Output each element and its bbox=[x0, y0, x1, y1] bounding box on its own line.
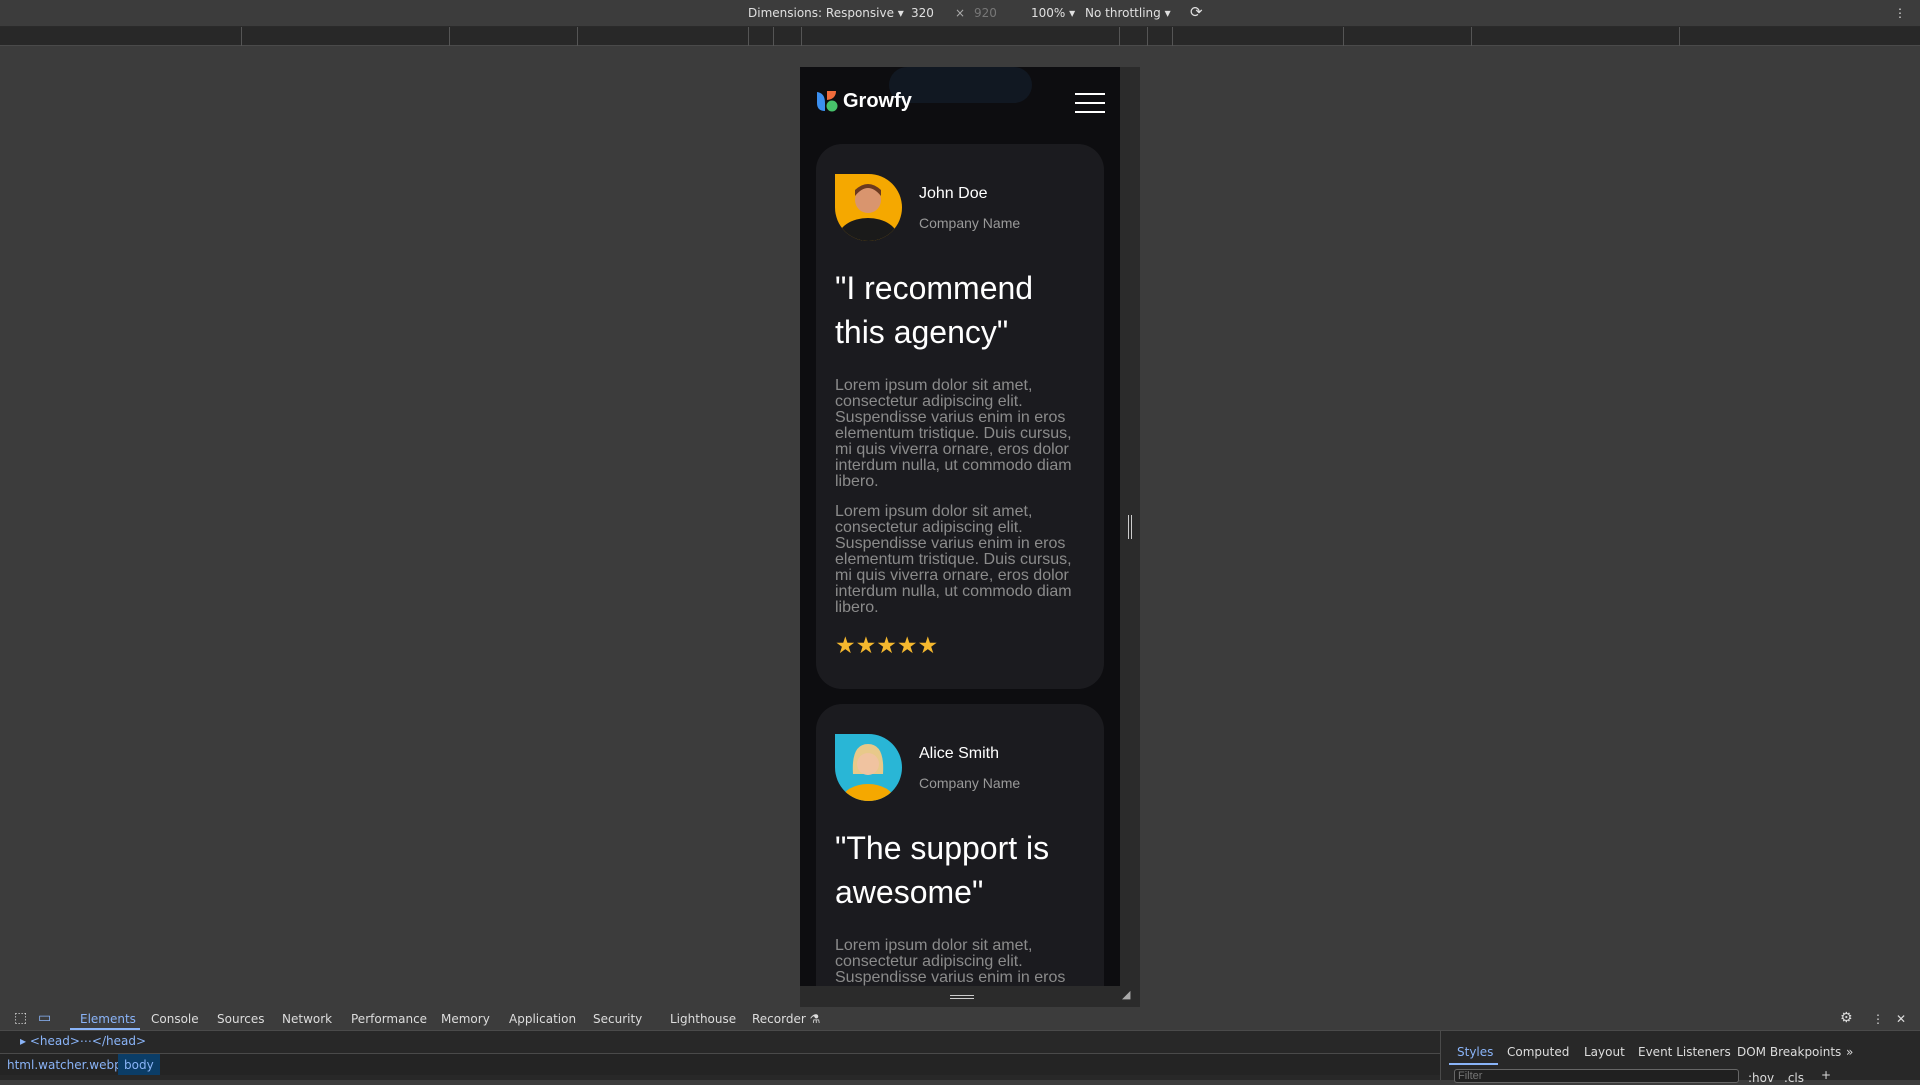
device-viewport: Growfy John Doe Company Name "I recommen… bbox=[800, 67, 1120, 986]
testimonial-quote: "The support is awesome" bbox=[835, 830, 1050, 910]
breadcrumb: html.watcher.webp body bbox=[0, 1053, 1440, 1075]
reviewer-name: Alice Smith bbox=[919, 744, 1000, 762]
avatar bbox=[835, 734, 902, 801]
device-toolbar: Dimensions: Responsive ▾ 320 × 920 100% … bbox=[0, 0, 1920, 27]
tab-lighthouse[interactable]: Lighthouse bbox=[670, 1012, 736, 1026]
tab-network[interactable]: Network bbox=[282, 1012, 332, 1026]
cls-button[interactable]: .cls bbox=[1784, 1071, 1804, 1085]
dimensions-dropdown[interactable]: Dimensions: Responsive ▾ bbox=[748, 6, 904, 20]
logo[interactable]: Growfy bbox=[815, 89, 912, 113]
resize-corner-icon[interactable]: ◢ bbox=[1122, 988, 1130, 1001]
settings-icon[interactable]: ⚙ bbox=[1840, 1010, 1853, 1026]
reviewer-name: John Doe bbox=[919, 184, 988, 202]
star-rating: ★★★★★ bbox=[835, 632, 939, 658]
styles-pane: Styles Computed Layout Event Listeners D… bbox=[1440, 1031, 1920, 1085]
media-query-ruler[interactable] bbox=[0, 27, 1920, 46]
avatar bbox=[835, 174, 902, 241]
tab-sources[interactable]: Sources bbox=[217, 1012, 264, 1026]
styles-filter-input[interactable] bbox=[1454, 1069, 1739, 1083]
zoom-dropdown[interactable]: 100% ▾ bbox=[1031, 6, 1075, 20]
testimonial-card: Alice Smith Company Name "The support is… bbox=[816, 704, 1104, 986]
more-icon[interactable]: ⋮ bbox=[1872, 1012, 1884, 1026]
tab-performance[interactable]: Performance bbox=[351, 1012, 427, 1026]
resize-handle-right[interactable] bbox=[1120, 67, 1140, 986]
dom-tree-row[interactable]: ▸ <head>⋯</head> bbox=[0, 1031, 1430, 1053]
tab-elements[interactable]: Elements bbox=[80, 1012, 136, 1026]
breadcrumb-body[interactable]: body bbox=[118, 1054, 160, 1075]
tab-recorder[interactable]: Recorder ⚗ bbox=[752, 1012, 820, 1026]
rotate-icon[interactable]: ⟳ bbox=[1190, 3, 1203, 21]
height-input[interactable]: 920 bbox=[974, 6, 997, 20]
testimonial-text: Lorem ipsum dolor sit amet, consectetur … bbox=[835, 503, 1072, 616]
device-toggle-icon[interactable]: ▭ bbox=[38, 1010, 51, 1026]
testimonial-card: John Doe Company Name "I recommend this … bbox=[816, 144, 1104, 689]
tab-computed[interactable]: Computed bbox=[1507, 1045, 1569, 1059]
tab-dom-breakpoints[interactable]: DOM Breakpoints bbox=[1737, 1045, 1841, 1059]
brand-name: Growfy bbox=[843, 89, 912, 112]
tab-security[interactable]: Security bbox=[593, 1012, 642, 1026]
tab-layout[interactable]: Layout bbox=[1584, 1045, 1625, 1059]
tab-application[interactable]: Application bbox=[509, 1012, 576, 1026]
reviewer-company: Company Name bbox=[919, 774, 1021, 791]
inspect-icon[interactable]: ⬚ bbox=[14, 1010, 27, 1026]
hov-button[interactable]: :hov bbox=[1748, 1071, 1774, 1085]
testimonial-text: Lorem ipsum dolor sit amet, consectetur … bbox=[835, 377, 1072, 490]
tab-console[interactable]: Console bbox=[151, 1012, 199, 1026]
breadcrumb-html[interactable]: html.watcher.webp bbox=[7, 1058, 122, 1072]
throttling-dropdown[interactable]: No throttling ▾ bbox=[1085, 6, 1171, 20]
times-label: × bbox=[955, 6, 966, 20]
tab-styles[interactable]: Styles bbox=[1457, 1045, 1493, 1059]
tab-memory[interactable]: Memory bbox=[441, 1012, 490, 1026]
width-input[interactable]: 320 bbox=[911, 6, 934, 20]
devtools-tabs: ⬚ ▭ Elements Console Sources Network Per… bbox=[0, 1007, 1920, 1031]
growfy-logo-icon bbox=[817, 91, 838, 112]
testimonial-quote: "I recommend this agency" bbox=[835, 270, 1034, 350]
hamburger-icon[interactable] bbox=[1075, 93, 1105, 113]
more-options-icon[interactable]: ⋮ bbox=[1894, 6, 1906, 20]
reviewer-company: Company Name bbox=[919, 214, 1021, 231]
testimonial-text: Lorem ipsum dolor sit amet, consectetur … bbox=[835, 937, 1072, 987]
resize-handle-bottom[interactable]: ◢ bbox=[800, 986, 1140, 1007]
tab-event-listeners[interactable]: Event Listeners bbox=[1638, 1045, 1731, 1059]
site-header: Growfy bbox=[800, 67, 1120, 137]
more-tabs-icon[interactable]: » bbox=[1846, 1045, 1853, 1059]
devtools-panel: ⬚ ▭ Elements Console Sources Network Per… bbox=[0, 1007, 1920, 1085]
close-icon[interactable]: ✕ bbox=[1896, 1012, 1906, 1026]
